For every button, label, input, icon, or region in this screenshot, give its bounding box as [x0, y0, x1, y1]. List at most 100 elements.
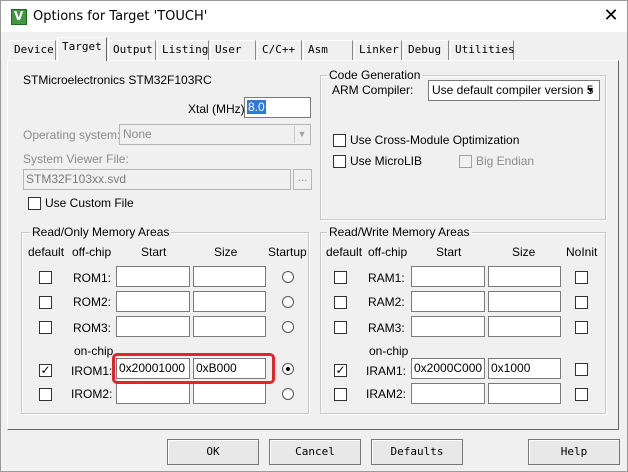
- rw-memory-label: Read/Write Memory Areas: [327, 225, 472, 239]
- xtal-label: Xtal (MHz):: [188, 102, 248, 116]
- iram1-noinit-checkbox[interactable]: [575, 363, 588, 376]
- help-button[interactable]: Help: [528, 439, 620, 465]
- chevron-down-icon: ▼: [294, 126, 309, 143]
- rw-header-start: Start: [436, 245, 462, 259]
- tab-linker[interactable]: Linker: [354, 40, 402, 60]
- rom1-default-checkbox[interactable]: [39, 271, 52, 284]
- ro-onchip-label: on-chip: [74, 344, 114, 358]
- rw-header-default: default: [326, 245, 363, 259]
- ram1-size-input[interactable]: [488, 266, 561, 287]
- rom1-size-input[interactable]: [193, 266, 266, 287]
- ram1-default-checkbox[interactable]: [334, 271, 347, 284]
- rom3-label: ROM3:: [73, 321, 112, 335]
- os-select[interactable]: None ▼: [119, 124, 311, 145]
- ram1-start-input[interactable]: [411, 266, 485, 287]
- ro-header-startup: Startup: [268, 245, 307, 259]
- irom2-size-input[interactable]: [193, 383, 266, 404]
- use-custom-file-label: Use Custom File: [45, 196, 134, 210]
- xtal-value: 8.0: [247, 100, 266, 114]
- irom2-default-checkbox[interactable]: [39, 388, 52, 401]
- iram2-noinit-checkbox[interactable]: [575, 388, 588, 401]
- tab-listing[interactable]: Listing: [157, 40, 209, 60]
- big-endian-label: Big Endian: [476, 154, 535, 168]
- use-custom-file-checkbox[interactable]: [28, 197, 41, 210]
- cancel-button[interactable]: Cancel: [269, 439, 361, 465]
- irom2-start-input[interactable]: [116, 383, 190, 404]
- device-name: STMicroelectronics STM32F103RC: [23, 73, 212, 87]
- rom2-start-input[interactable]: [116, 291, 190, 312]
- ram1-label: RAM1:: [368, 271, 405, 285]
- rom1-start-input[interactable]: [116, 266, 190, 287]
- irom2-label: IROM2:: [71, 387, 113, 401]
- svd-browse-button[interactable]: ...: [293, 169, 312, 190]
- svd-file-input[interactable]: STM32F103xx.svd: [23, 169, 291, 190]
- tab-user[interactable]: User: [210, 40, 256, 60]
- ok-button[interactable]: OK: [167, 439, 259, 465]
- iram2-size-input[interactable]: [488, 383, 561, 404]
- title-bar: V Options for Target 'TOUCH' ✕: [1, 1, 627, 32]
- iram1-label: IRAM1:: [366, 364, 407, 378]
- rom3-default-checkbox[interactable]: [39, 321, 52, 334]
- big-endian-checkbox[interactable]: [459, 155, 472, 168]
- tab-c-cpp[interactable]: C/C++: [257, 40, 302, 60]
- rom3-start-input[interactable]: [116, 316, 190, 337]
- ram2-size-input[interactable]: [488, 291, 561, 312]
- rom2-label: ROM2:: [73, 295, 112, 309]
- os-value: None: [123, 127, 152, 141]
- irom1-label: IROM1:: [71, 364, 113, 378]
- ram3-start-input[interactable]: [411, 316, 485, 337]
- app-icon-glyph: V: [14, 9, 24, 23]
- options-dialog: V Options for Target 'TOUCH' ✕ Device Ta…: [0, 0, 628, 472]
- irom2-startup-radio[interactable]: [282, 388, 294, 400]
- rw-header-noinit: NoInit: [566, 245, 598, 259]
- keil-app-icon: V: [11, 9, 27, 25]
- iram2-start-input[interactable]: [411, 383, 485, 404]
- ram3-default-checkbox[interactable]: [334, 321, 347, 334]
- irom1-default-checkbox[interactable]: ✓: [39, 364, 52, 377]
- ram2-noinit-checkbox[interactable]: [575, 296, 588, 309]
- ram2-default-checkbox[interactable]: [334, 296, 347, 309]
- svd-label: System Viewer File:: [23, 152, 129, 166]
- tab-target[interactable]: Target: [57, 37, 107, 61]
- rom2-startup-radio[interactable]: [282, 296, 294, 308]
- ro-header-start: Start: [141, 245, 167, 259]
- microlib-checkbox[interactable]: [333, 155, 346, 168]
- tab-utilities[interactable]: Utilities: [450, 40, 515, 60]
- microlib-label: Use MicroLIB: [350, 154, 423, 168]
- tab-output[interactable]: Output: [108, 40, 156, 60]
- chevron-down-icon: ▼: [586, 85, 595, 95]
- rom3-size-input[interactable]: [193, 316, 266, 337]
- close-icon[interactable]: ✕: [599, 5, 623, 27]
- iram2-default-checkbox[interactable]: [334, 388, 347, 401]
- tab-device[interactable]: Device: [9, 40, 56, 60]
- ram3-noinit-checkbox[interactable]: [575, 321, 588, 334]
- ro-header-offchip: off-chip: [72, 245, 112, 259]
- tab-debug[interactable]: Debug: [403, 40, 449, 60]
- rom3-startup-radio[interactable]: [282, 321, 294, 333]
- arm-compiler-select[interactable]: Use default compiler version 5 ▼: [428, 80, 600, 101]
- tab-asm[interactable]: Asm: [303, 40, 353, 60]
- ram1-noinit-checkbox[interactable]: [575, 271, 588, 284]
- rom2-default-checkbox[interactable]: [39, 296, 52, 309]
- arm-compiler-value: Use default compiler version 5: [432, 83, 594, 97]
- irom1-highlight-box: [112, 353, 275, 384]
- rom1-startup-radio[interactable]: [282, 271, 294, 283]
- iram1-size-input[interactable]: 0x1000: [488, 358, 561, 379]
- cross-module-checkbox[interactable]: [333, 134, 346, 147]
- defaults-button[interactable]: Defaults: [371, 439, 463, 465]
- irom1-startup-radio[interactable]: [282, 363, 294, 375]
- ro-memory-label: Read/Only Memory Areas: [30, 225, 172, 239]
- iram1-default-checkbox[interactable]: ✓: [334, 364, 347, 377]
- ram3-label: RAM3:: [368, 321, 405, 335]
- ram3-size-input[interactable]: [488, 316, 561, 337]
- os-label: Operating system:: [23, 128, 121, 142]
- xtal-input[interactable]: 8.0: [244, 97, 311, 118]
- rw-header-size: Size: [512, 245, 536, 259]
- ram2-start-input[interactable]: [411, 291, 485, 312]
- rom1-label: ROM1:: [73, 271, 112, 285]
- rom2-size-input[interactable]: [193, 291, 266, 312]
- arm-compiler-label: ARM Compiler:: [332, 83, 414, 97]
- cross-module-label: Use Cross-Module Optimization: [350, 133, 520, 147]
- iram1-start-input[interactable]: 0x2000C000: [411, 358, 485, 379]
- ram2-label: RAM2:: [368, 295, 405, 309]
